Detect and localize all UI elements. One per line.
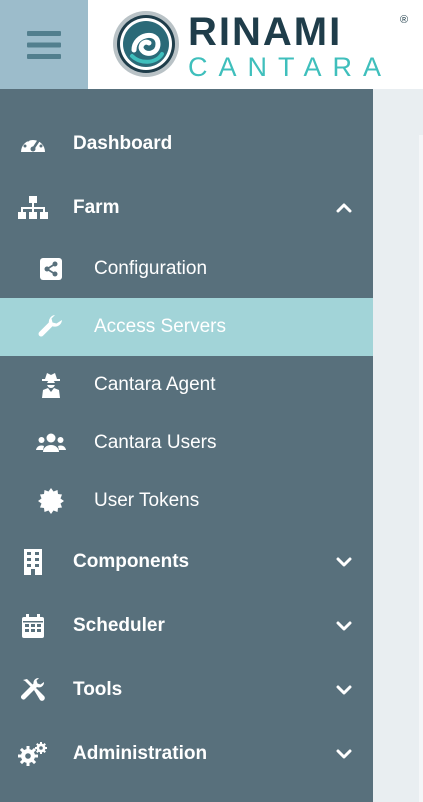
logo-subtitle: CANTARA (188, 52, 393, 82)
sidebar-item-configuration[interactable]: Configuration (0, 240, 373, 298)
user-secret-icon (36, 370, 66, 400)
sidebar-item-label: Scheduler (73, 615, 165, 636)
users-icon (36, 428, 66, 458)
sidebar-item-label: Administration (73, 743, 208, 764)
certificate-icon (36, 486, 66, 516)
sidebar-item-user-tokens[interactable]: User Tokens (0, 472, 373, 530)
chevron-down-icon[interactable] (335, 617, 353, 635)
chevron-down-icon[interactable] (335, 681, 353, 699)
sidebar-item-tools[interactable]: Tools (0, 658, 373, 722)
sidebar-item-administration[interactable]: Administration (0, 722, 373, 786)
chevron-down-icon[interactable] (335, 745, 353, 763)
top-bar: RINAMI ® CANTARA (0, 0, 423, 89)
chevron-down-icon[interactable] (335, 553, 353, 571)
sidebar-item-label: User Tokens (94, 490, 200, 511)
share-icon (36, 254, 66, 284)
logo-emblem-icon (113, 11, 179, 77)
main-content-area (373, 89, 423, 802)
sidebar-item-label: Tools (73, 679, 123, 700)
chevron-up-icon[interactable] (335, 199, 353, 217)
cogs-icon (17, 738, 49, 770)
sidebar-item-label: Components (73, 551, 190, 572)
wrench-icon (36, 312, 66, 342)
sidebar-item-label: Dashboard (73, 133, 173, 154)
sidebar-item-components[interactable]: Components (0, 530, 373, 594)
sidebar-item-label: Cantara Agent (94, 374, 216, 395)
sidebar-item-scheduler[interactable]: Scheduler (0, 594, 373, 658)
content-panel-edge (419, 135, 423, 802)
sidebar-item-access-servers[interactable]: Access Servers (0, 298, 373, 356)
sitemap-icon (17, 192, 49, 224)
sidebar-item-label: Farm (73, 197, 120, 218)
sidebar-item-farm[interactable]: Farm (0, 176, 373, 240)
logo-wordmark: RINAMI (188, 10, 343, 54)
sidebar-item-cantara-users[interactable]: Cantara Users (0, 414, 373, 472)
sidebar-item-cantara-agent[interactable]: Cantara Agent (0, 356, 373, 414)
calendar-icon (17, 610, 49, 642)
sidebar-item-label: Access Servers (94, 316, 226, 337)
registered-mark: ® (400, 14, 409, 26)
sidebar-item-label: Cantara Users (94, 432, 217, 453)
sidebar-item-dashboard[interactable]: Dashboard (0, 112, 373, 176)
tools-icon (17, 674, 49, 706)
sidebar: Dashboard Farm Configuration Access Serv… (0, 89, 373, 802)
menu-toggle-button[interactable] (0, 0, 88, 89)
building-icon (17, 546, 49, 578)
gauge-icon (17, 128, 49, 160)
brand-logo[interactable]: RINAMI ® CANTARA (110, 8, 415, 82)
sidebar-item-label: Configuration (94, 258, 208, 279)
hamburger-icon (27, 30, 61, 59)
